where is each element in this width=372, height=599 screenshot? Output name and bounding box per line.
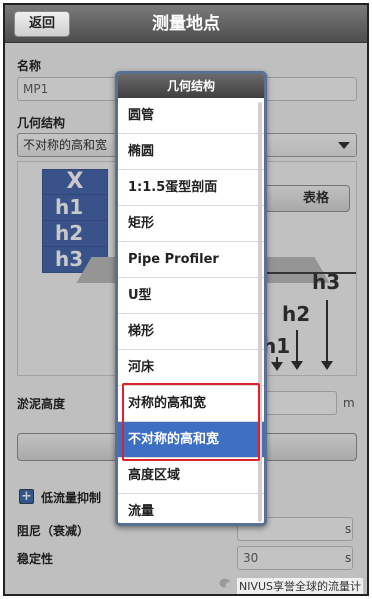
- list-item[interactable]: Pipe Profiler: [118, 242, 264, 278]
- list-item[interactable]: 流量: [118, 494, 264, 523]
- title-bar: 测量地点 返回: [5, 5, 367, 43]
- list-item[interactable]: 矩形: [118, 206, 264, 242]
- list-item[interactable]: U型: [118, 278, 264, 314]
- list-item[interactable]: 高度区域: [118, 458, 264, 494]
- highlight-annotation-box: [122, 383, 260, 461]
- watermark-text: NIVUS享誉全球的流量计: [237, 578, 364, 594]
- list-item[interactable]: 椭圆: [118, 134, 264, 170]
- list-item[interactable]: 1:1.5蛋型剖面: [118, 170, 264, 206]
- dropdown-title: 几何结构: [118, 74, 264, 98]
- list-item[interactable]: 河床: [118, 350, 264, 386]
- app-window: 测量地点 返回 名称 MP1 几何结构 不对称的高和宽 X h1 h2 h3 表…: [3, 3, 369, 596]
- list-item[interactable]: 圆管: [118, 98, 264, 134]
- back-button[interactable]: 返回: [14, 11, 70, 37]
- chat-bubble-icon: [219, 578, 235, 590]
- list-item[interactable]: 梯形: [118, 314, 264, 350]
